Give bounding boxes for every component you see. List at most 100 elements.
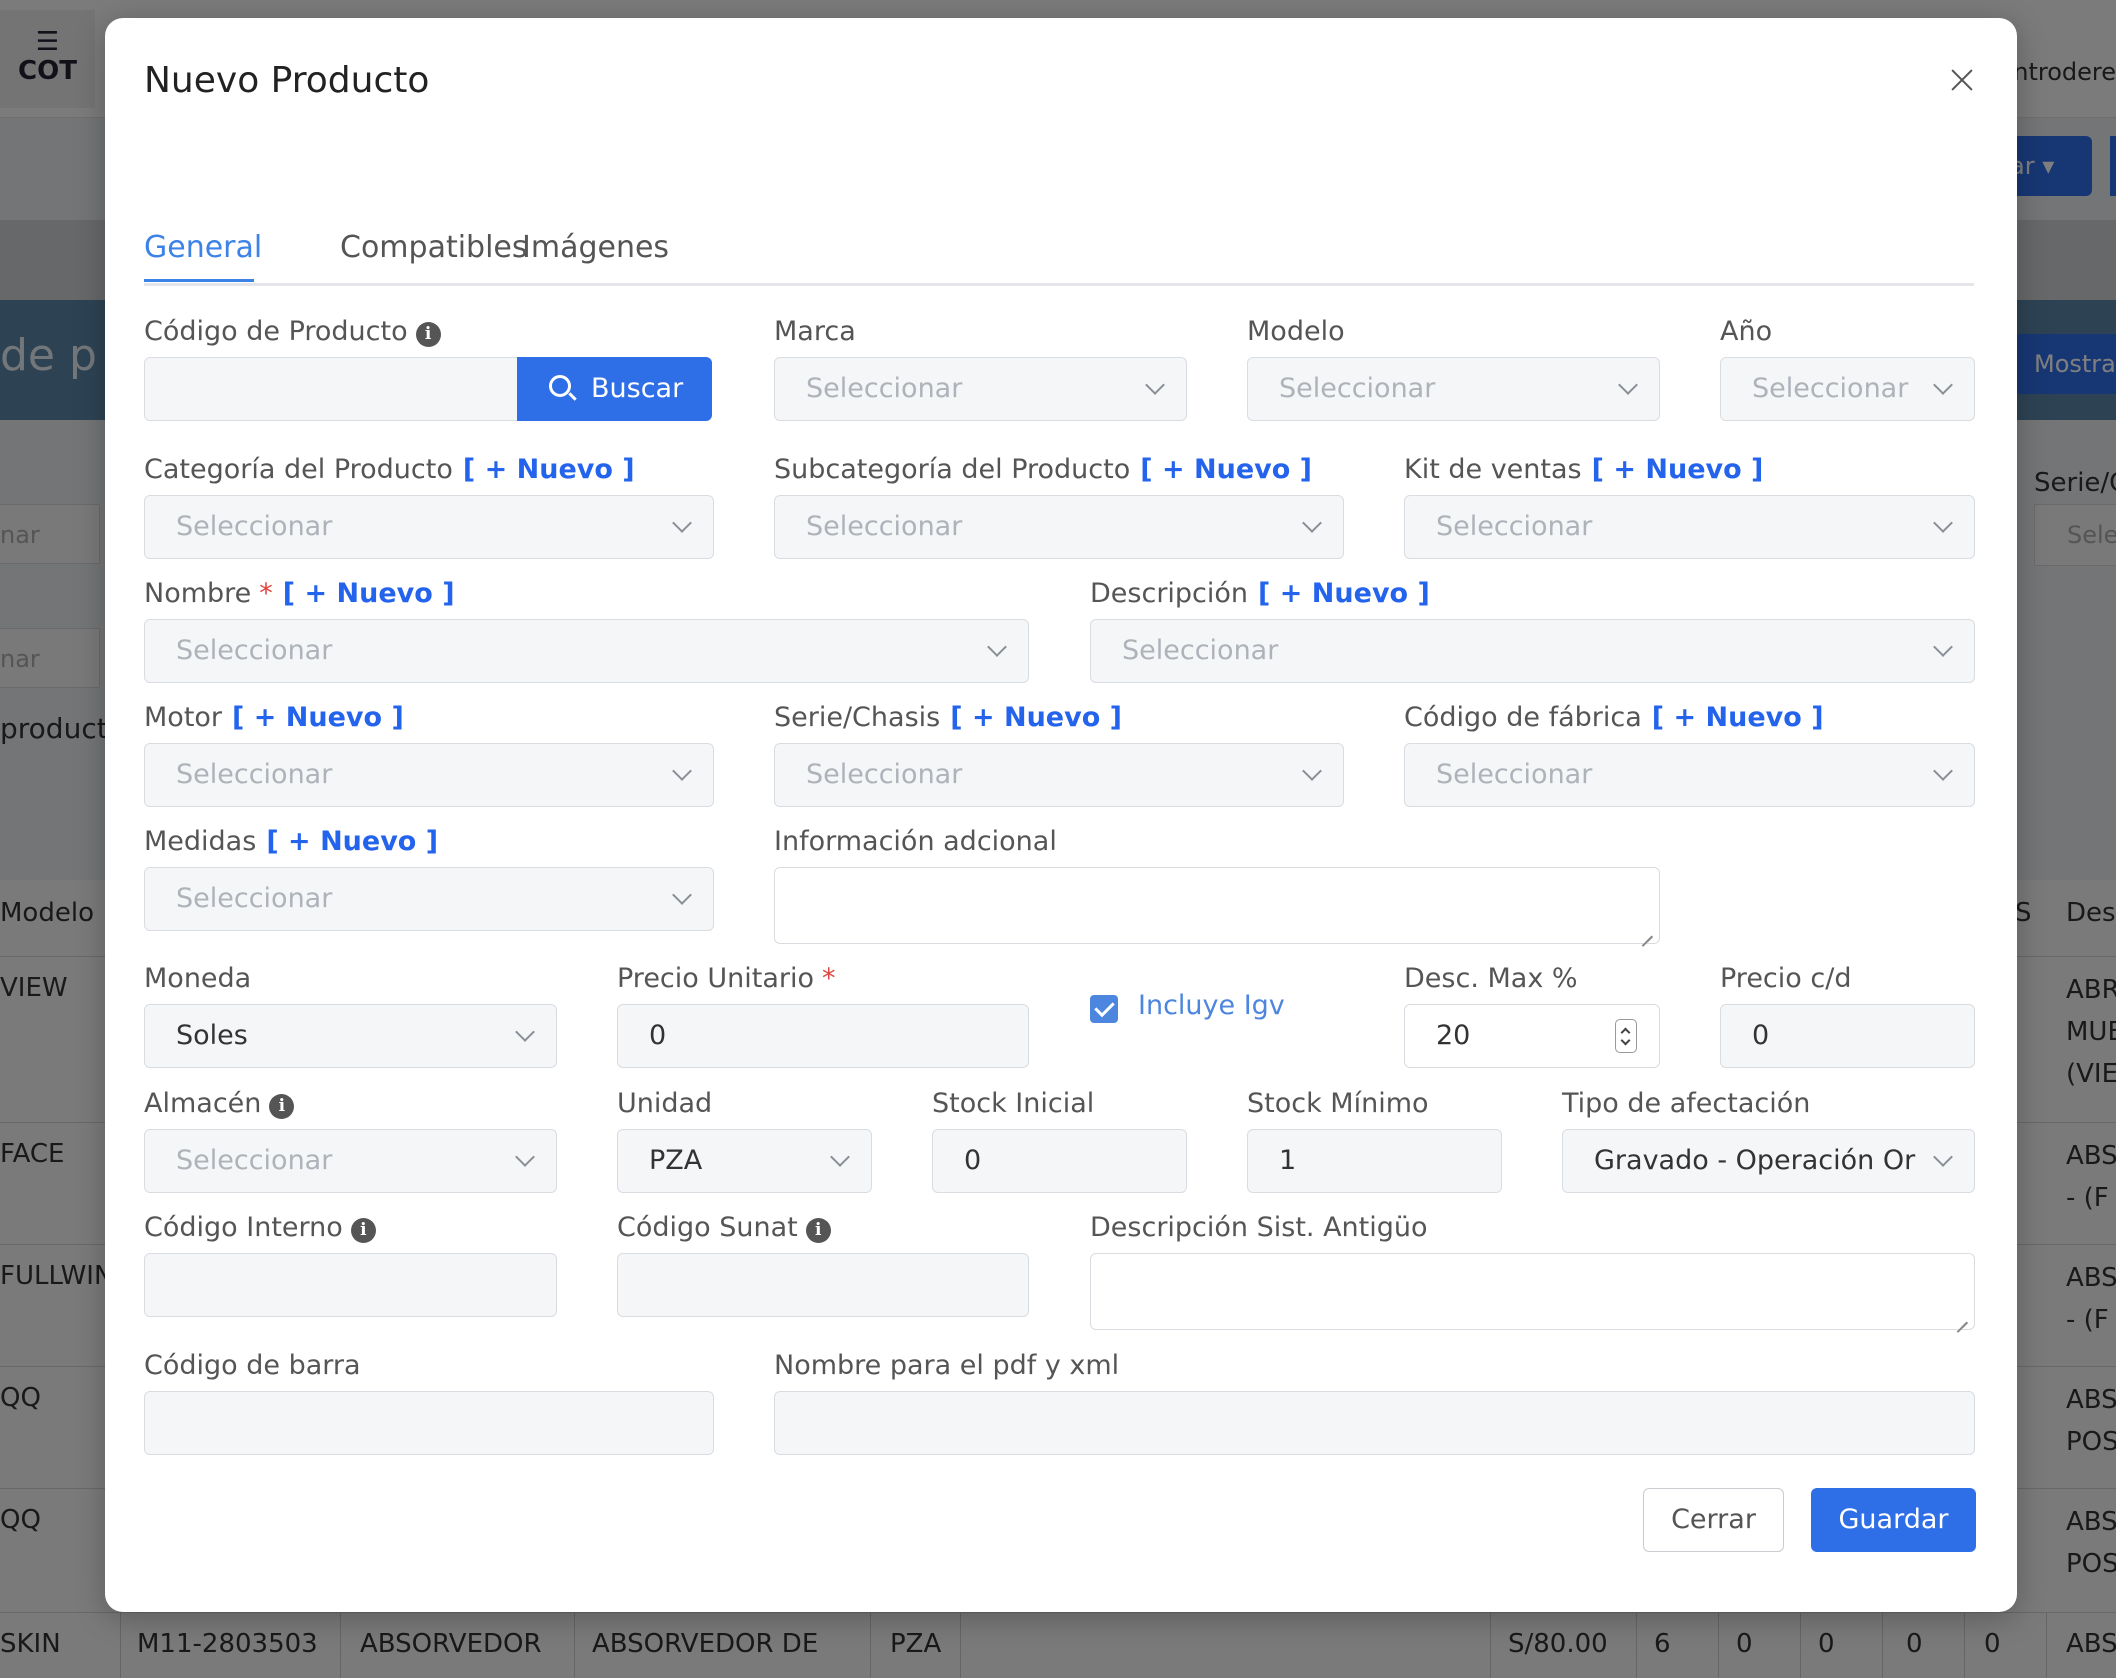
- label-text: Código de fábrica: [1404, 702, 1642, 733]
- subcategoria-label: Subcategoría del Producto [ + Nuevo ]: [774, 454, 1312, 485]
- resize-handle-icon[interactable]: [1639, 923, 1653, 937]
- kit-ventas-select[interactable]: Seleccionar: [1404, 495, 1975, 559]
- select-value: PZA: [649, 1145, 703, 1176]
- select-placeholder: Seleccionar: [1279, 373, 1436, 404]
- desc-max-label: Desc. Max %: [1404, 963, 1578, 994]
- codigo-barra-input[interactable]: [144, 1391, 714, 1455]
- subcategoria-select[interactable]: Seleccionar: [774, 495, 1344, 559]
- nombre-select[interactable]: Seleccionar: [144, 619, 1029, 683]
- info-icon[interactable]: i: [350, 1218, 376, 1243]
- select-placeholder: Seleccionar: [176, 759, 333, 790]
- motor-select[interactable]: Seleccionar: [144, 743, 714, 807]
- number-stepper-icon[interactable]: [1615, 1019, 1637, 1053]
- stock-minimo-label: Stock Mínimo: [1247, 1088, 1429, 1119]
- active-tab-indicator: [144, 279, 254, 282]
- codigo-fabrica-select[interactable]: Seleccionar: [1404, 743, 1975, 807]
- chevron-down-icon: [831, 1150, 849, 1168]
- codigo-barra-label: Código de barra: [144, 1350, 361, 1381]
- info-adicional-textarea[interactable]: [774, 867, 1660, 944]
- descripcion-select[interactable]: Seleccionar: [1090, 619, 1975, 683]
- anio-label: Año: [1720, 316, 1773, 347]
- nuevo-motor-link[interactable]: [ + Nuevo ]: [232, 702, 404, 733]
- nombre-label: Nombre * [ + Nuevo ]: [144, 578, 455, 609]
- label-text: Código de Producto: [144, 316, 408, 347]
- tipo-afectacion-select[interactable]: Gravado - Operación Or: [1562, 1129, 1975, 1193]
- categoria-select[interactable]: Seleccionar: [144, 495, 714, 559]
- select-placeholder: Seleccionar: [806, 759, 963, 790]
- incluye-igv-checkbox[interactable]: [1090, 995, 1118, 1023]
- motor-label: Motor [ + Nuevo ]: [144, 702, 404, 733]
- info-icon[interactable]: i: [805, 1218, 831, 1243]
- chevron-down-icon: [1303, 516, 1321, 534]
- nuevo-serie-link[interactable]: [ + Nuevo ]: [950, 702, 1122, 733]
- chevron-down-icon: [1934, 764, 1952, 782]
- chevron-down-icon: [673, 764, 691, 782]
- tab-compatibles[interactable]: Compatibles: [340, 230, 528, 265]
- nombre-pdf-xml-label: Nombre para el pdf y xml: [774, 1350, 1120, 1381]
- chevron-down-icon: [673, 516, 691, 534]
- nombre-pdf-xml-input[interactable]: [774, 1391, 1975, 1455]
- nuevo-medidas-link[interactable]: [ + Nuevo ]: [266, 826, 438, 857]
- codigo-producto-input[interactable]: [144, 357, 518, 421]
- nuevo-subcategoria-link[interactable]: [ + Nuevo ]: [1140, 454, 1312, 485]
- almacen-label: Almacén i: [144, 1088, 295, 1119]
- precio-cd-input[interactable]: 0: [1720, 1004, 1975, 1068]
- chevron-down-icon: [1146, 378, 1164, 396]
- select-placeholder: Seleccionar: [176, 511, 333, 542]
- label-text: Descripción: [1090, 578, 1249, 609]
- nuevo-descripcion-link[interactable]: [ + Nuevo ]: [1258, 578, 1430, 609]
- label-text: Medidas: [144, 826, 257, 857]
- select-placeholder: Seleccionar: [806, 511, 963, 542]
- info-icon[interactable]: i: [415, 322, 441, 347]
- select-placeholder: Seleccionar: [806, 373, 963, 404]
- medidas-select[interactable]: Seleccionar: [144, 867, 714, 931]
- nuevo-codigo-fabrica-link[interactable]: [ + Nuevo ]: [1652, 702, 1824, 733]
- tab-general[interactable]: General: [144, 230, 262, 265]
- select-placeholder: Seleccionar: [1436, 759, 1593, 790]
- chevron-down-icon: [1619, 378, 1637, 396]
- desc-sist-antiguo-textarea[interactable]: [1090, 1253, 1975, 1330]
- label-text: Almacén: [144, 1088, 262, 1119]
- nuevo-nombre-link[interactable]: [ + Nuevo ]: [283, 578, 455, 609]
- stock-inicial-input[interactable]: 0: [932, 1129, 1187, 1193]
- codigo-producto-label: Código de Producto i: [144, 316, 441, 347]
- tab-bar: General Compatibles Imágenes: [144, 206, 1974, 286]
- codigo-sunat-input[interactable]: [617, 1253, 1029, 1317]
- label-text: Kit de ventas: [1404, 454, 1582, 485]
- desc-max-input[interactable]: 20: [1404, 1004, 1660, 1068]
- modal-title: Nuevo Producto: [144, 60, 430, 101]
- select-placeholder: Seleccionar: [1752, 373, 1909, 404]
- select-placeholder: Seleccionar: [1436, 511, 1593, 542]
- precio-unitario-label: Precio Unitario *: [617, 963, 836, 994]
- tab-imagenes[interactable]: Imágenes: [522, 230, 669, 265]
- kit-ventas-label: Kit de ventas [ + Nuevo ]: [1404, 454, 1763, 485]
- label-text: Motor: [144, 702, 223, 733]
- codigo-interno-label: Código Interno i: [144, 1212, 376, 1243]
- incluye-igv-label[interactable]: Incluye Igv: [1138, 990, 1285, 1021]
- marca-select[interactable]: Seleccionar: [774, 357, 1187, 421]
- cerrar-button[interactable]: Cerrar: [1643, 1488, 1784, 1552]
- codigo-fabrica-label: Código de fábrica [ + Nuevo ]: [1404, 702, 1824, 733]
- anio-select[interactable]: Seleccionar: [1720, 357, 1975, 421]
- codigo-interno-input[interactable]: [144, 1253, 557, 1317]
- unidad-select[interactable]: PZA: [617, 1129, 872, 1193]
- modelo-select[interactable]: Seleccionar: [1247, 357, 1660, 421]
- serie-chasis-select[interactable]: Seleccionar: [774, 743, 1344, 807]
- nuevo-categoria-link[interactable]: [ + Nuevo ]: [463, 454, 635, 485]
- nuevo-kit-link[interactable]: [ + Nuevo ]: [1592, 454, 1764, 485]
- resize-handle-icon[interactable]: [1954, 1309, 1968, 1323]
- close-icon[interactable]: [1942, 60, 1982, 100]
- moneda-select[interactable]: Soles: [144, 1004, 557, 1068]
- guardar-button[interactable]: Guardar: [1811, 1488, 1976, 1552]
- chevron-down-icon: [516, 1025, 534, 1043]
- buscar-button[interactable]: Buscar: [517, 357, 712, 421]
- label-text: Serie/Chasis: [774, 702, 941, 733]
- chevron-down-icon: [516, 1150, 534, 1168]
- stock-minimo-input[interactable]: 1: [1247, 1129, 1502, 1193]
- almacen-select[interactable]: Seleccionar: [144, 1129, 557, 1193]
- descripcion-label: Descripción [ + Nuevo ]: [1090, 578, 1430, 609]
- info-icon[interactable]: i: [269, 1094, 295, 1119]
- codigo-sunat-label: Código Sunat i: [617, 1212, 831, 1243]
- chevron-down-icon: [1934, 1150, 1952, 1168]
- precio-unitario-input[interactable]: 0: [617, 1004, 1029, 1068]
